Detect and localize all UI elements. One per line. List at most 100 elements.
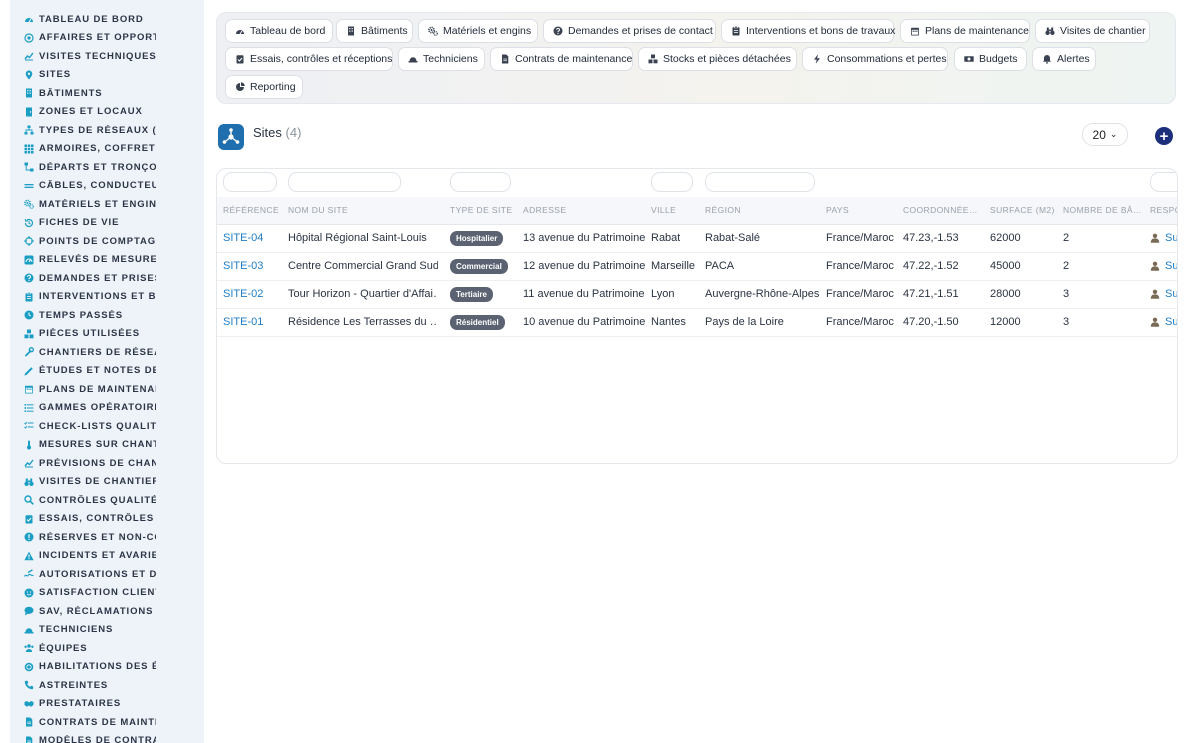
column-header[interactable]: ADRESSE <box>523 205 566 215</box>
nav-tab[interactable]: Bâtiments <box>336 19 413 43</box>
add-site-button[interactable]: + <box>1155 127 1173 145</box>
sidebar-item[interactable]: VISITES DE CHANTIER <box>10 473 204 492</box>
sidebar-item[interactable]: MESURES SUR CHANTIER <box>10 436 204 455</box>
sidebar-item[interactable]: ÉQUIPES <box>10 639 204 658</box>
sidebar-item[interactable]: SITES <box>10 66 204 85</box>
sidebar-item[interactable]: ÉTUDES ET NOTES DE CALCUL <box>10 362 204 381</box>
column-header[interactable]: PAYS <box>826 205 849 215</box>
search-icon <box>24 495 34 506</box>
sidebar-item[interactable]: INCIDENTS ET AVARIES <box>10 547 204 566</box>
nav-tab[interactable]: Tableau de bord <box>225 19 333 43</box>
chart-line-icon <box>24 51 34 61</box>
sidebar-item[interactable]: TEMPS PASSÉS <box>10 306 204 325</box>
table-row[interactable]: SITE-04 Hôpital Régional Saint-Louis Hospi… <box>217 225 1177 253</box>
nav-tab[interactable]: Reporting <box>225 75 303 99</box>
column-filter-input[interactable] <box>651 172 693 192</box>
nav-tab[interactable]: Essais, contrôles et réceptions <box>225 47 393 71</box>
sidebar-item[interactable]: GAMMES OPÉRATOIRES <box>10 399 204 418</box>
page-size-select[interactable]: 20 ⌄ <box>1082 123 1128 146</box>
column-header[interactable]: NOMBRE DE BÂ… <box>1063 205 1142 215</box>
table-cell: 12 avenue du Patrimoine <box>523 260 646 272</box>
sidebar-item[interactable]: BÂTIMENTS <box>10 84 204 103</box>
column-header[interactable]: SURFACE (M2) <box>990 205 1055 215</box>
sidebar-item[interactable]: AFFAIRES ET OPPORTUNITÉS <box>10 29 204 48</box>
site-reference-link[interactable]: SITE-02 <box>223 288 263 300</box>
sidebar-item-label: ZONES ET LOCAUX <box>39 106 143 118</box>
sidebar-item[interactable]: TECHNICIENS <box>10 621 204 640</box>
sidebar-item[interactable]: PRÉVISIONS DE CHANTIER <box>10 454 204 473</box>
nav-tab[interactable]: Consommations et pertes <box>802 47 948 71</box>
column-header[interactable]: NOM DU SITE <box>288 205 348 215</box>
sidebar-item[interactable]: CÂBLES, CONDUCTEURS <box>10 177 204 196</box>
sidebar-item[interactable]: FICHES DE VIE <box>10 214 204 233</box>
sidebar-item[interactable]: VISITES TECHNIQUES ET AUDITS <box>10 47 204 66</box>
sidebar-item-label: MATÉRIELS ET ENGINS <box>39 198 156 210</box>
column-header[interactable]: RÉFÉRENCE <box>223 205 279 215</box>
sidebar-item[interactable]: CONTRÔLES QUALITÉ <box>10 491 204 510</box>
sidebar-item[interactable]: MATÉRIELS ET ENGINS <box>10 195 204 214</box>
column-filter-input[interactable] <box>1150 172 1177 192</box>
column-header[interactable]: VILLE <box>651 205 676 215</box>
column-header[interactable]: RESPO <box>1150 205 1177 215</box>
sidebar-item[interactable]: PLANS DE MAINTENANCE <box>10 380 204 399</box>
nav-tab[interactable]: Budgets <box>954 47 1027 71</box>
sidebar-item[interactable]: TYPES DE RÉSEAUX (BT / HTA) <box>10 121 204 140</box>
sidebar-item[interactable]: CONTRATS DE MAINTENANCE <box>10 713 204 732</box>
sidebar-item[interactable]: TABLEAU DE BORD <box>10 10 204 29</box>
table-row[interactable]: SITE-02 Tour Horizon - Quartier d'Affai… T… <box>217 281 1177 309</box>
nav-tab[interactable]: Alertes <box>1032 47 1096 71</box>
table-cell: Pays de la Loire <box>705 316 784 328</box>
sidebar-item[interactable]: CHECK-LISTS QUALITÉ <box>10 417 204 436</box>
sidebar-item[interactable]: POINTS DE COMPTAGE ET MESURE <box>10 232 204 251</box>
calendar-icon <box>24 384 34 394</box>
sidebar-item[interactable]: PIÈCES UTILISÉES <box>10 325 204 344</box>
table-cell: 11 avenue du Patrimoine <box>523 288 645 300</box>
table-cell: France/Maroc <box>826 316 894 328</box>
sidebar-item-label: TECHNICIENS <box>39 624 114 636</box>
nav-tab[interactable]: Demandes et prises de contact <box>543 19 716 43</box>
sidebar-item[interactable]: AUTORISATIONS ET DICT <box>10 565 204 584</box>
sidebar-item[interactable]: RÉSERVES ET NON-CONFORMITÉS <box>10 528 204 547</box>
site-reference-link[interactable]: SITE-01 <box>223 316 263 328</box>
sidebar-item[interactable]: DÉPARTS ET TRONÇONS <box>10 158 204 177</box>
sidebar-item[interactable]: INTERVENTIONS ET BONS DE TRAVAUX <box>10 288 204 307</box>
sidebar-item[interactable]: MODÈLES DE CONTRATS <box>10 732 204 743</box>
sidebar-item[interactable]: HABILITATIONS DES ÉQUIPES <box>10 658 204 677</box>
nav-tab[interactable]: Contrats de maintenance <box>490 47 633 71</box>
column-header[interactable]: RÉGION <box>705 205 741 215</box>
table-cell: 3 <box>1063 288 1070 300</box>
nav-tab[interactable]: Techniciens <box>398 47 485 71</box>
responsible-link[interactable]: Su <box>1150 232 1177 244</box>
sidebar-item[interactable]: ARMOIRES, COFFRETS ET TABLEAUX <box>10 140 204 159</box>
column-filter-input[interactable] <box>450 172 511 192</box>
column-header[interactable]: COORDONNÉE… <box>903 205 978 215</box>
table-row[interactable]: SITE-03 Centre Commercial Grand Sud Commer… <box>217 253 1177 281</box>
nav-tab[interactable]: Matériels et engins <box>418 19 538 43</box>
nav-tab[interactable]: Visites de chantier <box>1035 19 1150 43</box>
column-header[interactable]: TYPE DE SITE <box>450 205 512 215</box>
sidebar-item-label: INTERVENTIONS ET BONS DE TRAVAUX <box>39 291 156 303</box>
nav-tab[interactable]: Interventions et bons de travaux <box>721 19 895 43</box>
sidebar-item[interactable]: RELEVÉS DE MESURES <box>10 251 204 270</box>
responsible-link[interactable]: Su <box>1150 316 1177 328</box>
sidebar-item[interactable]: SATISFACTION CLIENT <box>10 584 204 603</box>
sidebar-item[interactable]: ESSAIS, CONTRÔLES ET RÉCEPTIONS <box>10 510 204 529</box>
sidebar-item[interactable]: SAV, RÉCLAMATIONS ET GARANTIES <box>10 602 204 621</box>
sidebar-item-label: SATISFACTION CLIENT <box>39 587 156 599</box>
sidebar-item[interactable]: CHANTIERS DE RÉSEAUX <box>10 343 204 362</box>
column-filter-input[interactable] <box>288 172 401 192</box>
nav-tab[interactable]: Plans de maintenance <box>900 19 1030 43</box>
sidebar-item[interactable]: ZONES ET LOCAUX <box>10 103 204 122</box>
responsible-link[interactable]: Su <box>1150 288 1177 300</box>
column-filter-input[interactable] <box>705 172 815 192</box>
nav-tab-label: Essais, contrôles et réceptions <box>250 53 393 65</box>
column-filter-input[interactable] <box>223 172 277 192</box>
sidebar-item[interactable]: DEMANDES ET PRISES DE CONTACT <box>10 269 204 288</box>
nav-tab[interactable]: Stocks et pièces détachées <box>638 47 797 71</box>
sidebar-item[interactable]: PRESTATAIRES <box>10 695 204 714</box>
sidebar-item[interactable]: ASTREINTES <box>10 676 204 695</box>
site-reference-link[interactable]: SITE-03 <box>223 260 263 272</box>
responsible-link[interactable]: Su <box>1150 260 1177 272</box>
site-reference-link[interactable]: SITE-04 <box>223 232 263 244</box>
table-row[interactable]: SITE-01 Résidence Les Terrasses du … Résid… <box>217 309 1177 337</box>
